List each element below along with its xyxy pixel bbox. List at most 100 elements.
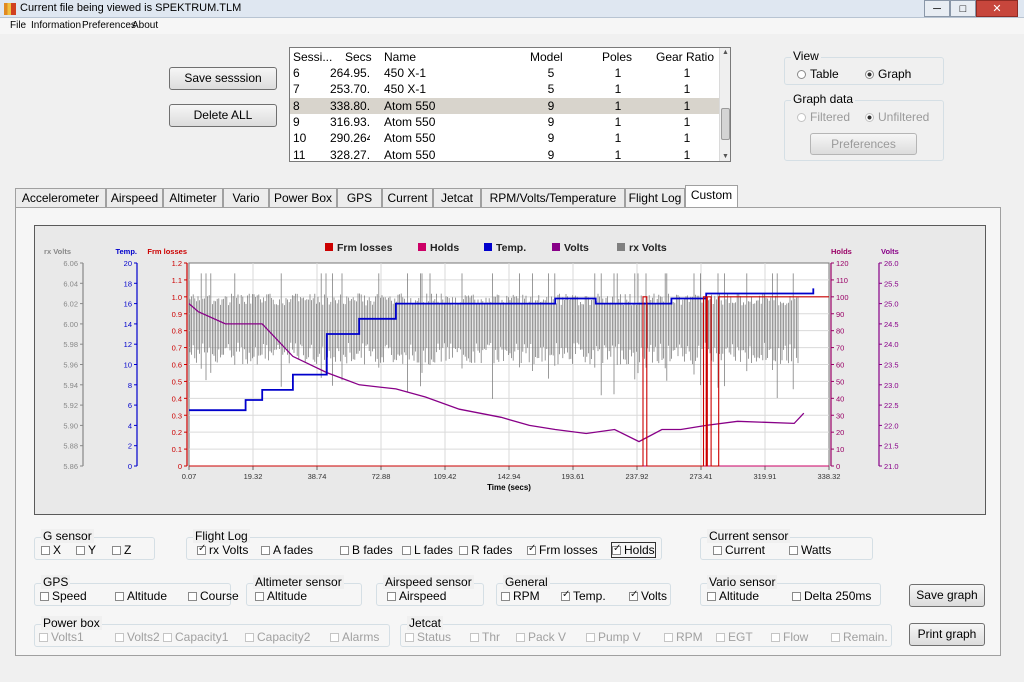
- session-cell-gear: 1: [683, 82, 691, 97]
- jetcat-checkbox-thr[interactable]: Thr: [470, 630, 500, 644]
- jetcat-checkbox-remain[interactable]: Remain.: [831, 630, 888, 644]
- save-graph-button[interactable]: Save graph: [909, 584, 985, 607]
- scroll-thumb[interactable]: [721, 108, 730, 140]
- session-row[interactable]: 7 253.70... 450 X-1 5 1 1: [290, 81, 720, 97]
- power-box-checkbox-capacity1[interactable]: Capacity1: [163, 630, 228, 644]
- tab-power-box[interactable]: Power Box: [269, 188, 337, 207]
- col-model[interactable]: Model: [530, 50, 563, 64]
- jetcat-checkbox-rpm[interactable]: RPM: [664, 630, 703, 644]
- vario-checkbox-altitude[interactable]: Altitude: [707, 589, 759, 603]
- close-button[interactable]: ✕: [976, 0, 1018, 17]
- general-group: GeneralRPM Temp. Volts: [496, 575, 671, 606]
- current-sensor-checkbox-watts[interactable]: Watts: [789, 543, 831, 557]
- jetcat-checkbox-status[interactable]: Status: [405, 630, 451, 644]
- general-checkbox-volts[interactable]: Volts: [629, 589, 667, 603]
- tab-accelerometer[interactable]: Accelerometer: [15, 188, 106, 207]
- vario-checkbox-delta-250ms[interactable]: Delta 250ms: [792, 589, 871, 603]
- checkbox-icon: [163, 633, 172, 642]
- tab-gps[interactable]: GPS: [337, 188, 382, 207]
- session-cell-model: 9: [547, 98, 555, 113]
- power-box-checkbox-volts1[interactable]: Volts1: [39, 630, 84, 644]
- flight-log-checkbox-r-fades[interactable]: R fades: [459, 543, 512, 557]
- flight-log-checkbox-holds[interactable]: Holds: [611, 542, 656, 558]
- col-session[interactable]: Sessi...: [293, 50, 332, 64]
- preferences-button[interactable]: Preferences: [810, 133, 917, 155]
- session-row[interactable]: 8 338.80... Atom 550 9 1 1: [290, 97, 720, 114]
- gps-checkbox-altitude[interactable]: Altitude: [115, 589, 167, 603]
- legend-label: Frm losses: [337, 242, 393, 254]
- window-title: Current file being viewed is SPEKTRUM.TL…: [20, 2, 242, 14]
- session-row[interactable]: 10 290.264 Atom 550 9 1 1: [290, 130, 720, 146]
- tab-jetcat[interactable]: Jetcat: [433, 188, 481, 207]
- tab-altimeter[interactable]: Altimeter: [163, 188, 223, 207]
- g-sensor-checkbox-x[interactable]: X: [41, 543, 61, 557]
- g-sensor-checkbox-y[interactable]: Y: [76, 543, 96, 557]
- power-box-checkbox-alarms[interactable]: Alarms: [330, 630, 379, 644]
- gps-checkbox-course[interactable]: Course: [188, 589, 239, 603]
- session-row[interactable]: 11328.27...Atom 550911: [290, 147, 720, 162]
- scroll-down-icon[interactable]: ▼: [722, 153, 729, 160]
- radio-icon: [797, 70, 806, 79]
- jetcat-checkbox-egt[interactable]: EGT: [716, 630, 753, 644]
- checkbox-icon: [716, 633, 725, 642]
- g-sensor-group-title: G sensor: [41, 529, 94, 543]
- flight-log-checkbox-l-fades[interactable]: L fades: [402, 543, 453, 557]
- tab-rpm-volts-temperature[interactable]: RPM/Volts/Temperature: [481, 188, 625, 207]
- power-box-checkbox-volts2[interactable]: Volts2: [115, 630, 160, 644]
- airspeed-checkbox-airspeed[interactable]: Airspeed: [387, 589, 446, 603]
- graph-data-filtered-radio[interactable]: Filtered: [797, 110, 850, 124]
- menu-information[interactable]: Information: [31, 20, 81, 31]
- scroll-up-icon[interactable]: ▲: [722, 49, 729, 56]
- y-tick-label: 0.8: [172, 327, 182, 336]
- x-tick-label: 19.32: [244, 472, 263, 481]
- jetcat-checkbox-pump-v[interactable]: Pump V: [586, 630, 641, 644]
- tab-vario[interactable]: Vario: [223, 188, 269, 207]
- altimeter-checkbox-altitude[interactable]: Altitude: [255, 589, 307, 603]
- flight-log-checkbox-rx-volts[interactable]: rx Volts: [197, 543, 248, 557]
- flight-log-group: Flight Logrx Volts A fades B fades L fades R…: [186, 529, 662, 560]
- power-box-checkbox-capacity2[interactable]: Capacity2: [245, 630, 310, 644]
- menu-file[interactable]: File: [10, 20, 26, 31]
- flight-log-checkbox-frm-losses[interactable]: Frm losses: [527, 543, 598, 557]
- tab-custom[interactable]: Custom: [685, 185, 738, 207]
- menu-preferences[interactable]: Preferences: [82, 20, 136, 31]
- session-row[interactable]: 6 264.95... 450 X-1 5 1 1: [290, 65, 720, 81]
- jetcat-checkbox-flow[interactable]: Flow: [771, 630, 808, 644]
- session-cell-secs: 328.27...: [330, 147, 370, 162]
- view-table-radio[interactable]: Table: [797, 67, 839, 81]
- maximize-button[interactable]: □: [950, 0, 976, 17]
- save-session-button[interactable]: Save sesssion: [169, 67, 277, 90]
- col-gear-ratio[interactable]: Gear Ratio: [656, 50, 714, 64]
- g-sensor-checkbox-z[interactable]: Z: [112, 543, 131, 557]
- altimeter-group: Altimeter sensor Altitude: [246, 575, 362, 606]
- print-graph-button[interactable]: Print graph: [909, 623, 985, 646]
- checkbox-icon: [115, 592, 124, 601]
- gps-checkbox-speed[interactable]: Speed: [40, 589, 87, 603]
- general-checkbox-rpm[interactable]: RPM: [501, 589, 540, 603]
- radio-selected-icon: [865, 113, 874, 122]
- y-tick-label: 60: [836, 361, 844, 370]
- col-secs[interactable]: Secs: [345, 50, 372, 64]
- current-sensor-checkbox-current[interactable]: Current: [713, 543, 765, 557]
- jetcat-checkbox-pack-v[interactable]: Pack V: [516, 630, 566, 644]
- view-graph-radio[interactable]: Graph: [865, 67, 911, 81]
- checkbox-label: Volts2: [127, 630, 160, 644]
- session-row[interactable]: 9 316.93... Atom 550 9 1 1: [290, 114, 720, 130]
- col-poles[interactable]: Poles: [602, 50, 632, 64]
- minimize-button[interactable]: ─: [924, 0, 950, 17]
- flight-log-checkbox-b-fades[interactable]: B fades: [340, 543, 393, 557]
- session-cell-gear: 1: [683, 98, 691, 113]
- checkbox-icon: [387, 592, 396, 601]
- general-checkbox-temp[interactable]: Temp.: [561, 589, 606, 603]
- session-list-scrollbar[interactable]: ▲ ▼: [719, 48, 730, 161]
- graph-data-unfiltered-radio[interactable]: Unfiltered: [865, 110, 929, 124]
- tab-airspeed[interactable]: Airspeed: [106, 188, 163, 207]
- flight-log-checkbox-a-fades[interactable]: A fades: [261, 543, 313, 557]
- session-list[interactable]: Sessi... Secs Name Model Poles Gear Rati…: [289, 47, 731, 162]
- menu-about[interactable]: About: [132, 20, 158, 31]
- col-name[interactable]: Name: [384, 50, 416, 64]
- tab-current[interactable]: Current: [382, 188, 433, 207]
- delete-all-button[interactable]: Delete ALL: [169, 104, 277, 127]
- tab-flight-log[interactable]: Flight Log: [625, 188, 685, 207]
- current-sensor-group: Current sensor Current Watts: [700, 529, 873, 560]
